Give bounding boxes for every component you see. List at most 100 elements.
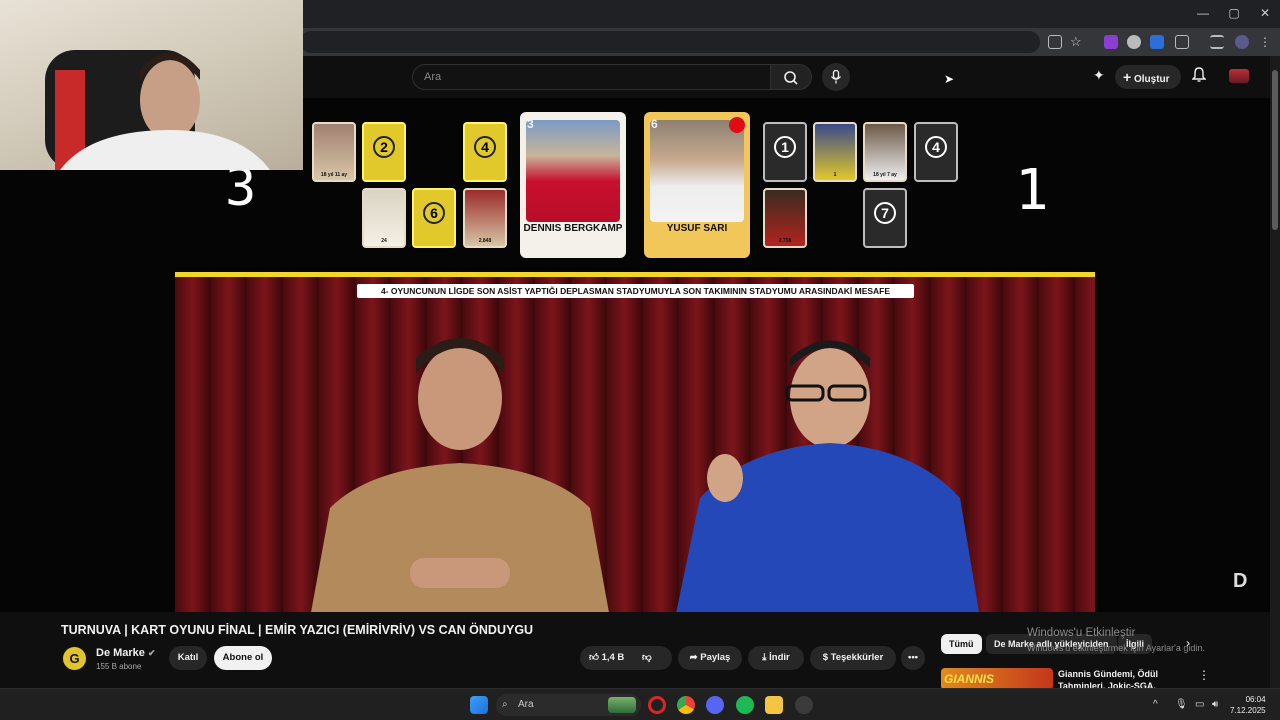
share-icon: ➦ bbox=[689, 652, 698, 663]
subscriber-count: 155 B abone bbox=[96, 662, 142, 671]
chrome-icon[interactable] bbox=[677, 696, 695, 714]
windows-start-icon[interactable] bbox=[470, 696, 488, 714]
search-highlight-icon bbox=[608, 697, 636, 713]
question-banner: 4- OYUNCUNUN LİGDE SON ASİST YAPTIĞI DEP… bbox=[357, 284, 914, 298]
player-photo bbox=[650, 120, 744, 222]
volume-icon[interactable]: 🔊︎ bbox=[1212, 699, 1218, 710]
player-name: YUSUF SARI bbox=[666, 223, 728, 234]
search-button[interactable] bbox=[770, 64, 812, 90]
profile-avatar[interactable] bbox=[1235, 35, 1249, 49]
app-icon[interactable] bbox=[795, 696, 813, 714]
channel-watermark: D bbox=[1233, 570, 1248, 592]
card-number: 4 bbox=[474, 136, 496, 158]
share-button[interactable]: ➦ Paylaş bbox=[678, 646, 742, 670]
bookmark-star-icon[interactable]: ☆ bbox=[1070, 35, 1084, 49]
player-card: 18 yıl 7 ay bbox=[863, 122, 907, 182]
system-clock[interactable]: 06:04 7.12.2025 bbox=[1230, 694, 1266, 716]
featured-card-yusuf-sari: 6 YUSUF SARI bbox=[644, 112, 750, 258]
card-number: 6 bbox=[651, 117, 658, 131]
score-right: 1 bbox=[1015, 158, 1049, 223]
maximize-icon[interactable]: ▢ bbox=[1219, 6, 1249, 20]
dislike-button[interactable]: 👎︎ bbox=[642, 646, 652, 670]
media-control-icon[interactable] bbox=[1210, 35, 1224, 49]
extension-icon[interactable] bbox=[1104, 35, 1118, 49]
card-number: 3 bbox=[527, 117, 534, 131]
puzzle-icon[interactable] bbox=[1175, 35, 1189, 49]
scrollbar-thumb[interactable] bbox=[1272, 70, 1278, 230]
bell-icon[interactable] bbox=[1191, 67, 1207, 86]
file-explorer-icon[interactable] bbox=[765, 696, 783, 714]
card-number: 4 bbox=[925, 136, 947, 158]
hidden-card: 6 bbox=[412, 188, 456, 248]
search-input[interactable]: Ara bbox=[412, 64, 772, 90]
account-avatar[interactable] bbox=[1229, 69, 1249, 83]
chip-all[interactable]: Tümü bbox=[941, 634, 982, 654]
mic-icon bbox=[830, 69, 842, 84]
player-card: 18 yıl 11 ay bbox=[312, 122, 356, 182]
create-label: Oluştur bbox=[1133, 74, 1170, 85]
mouse-cursor-icon: ➤ bbox=[944, 72, 955, 86]
microphone-tray-icon[interactable]: 🎙︎ bbox=[1175, 699, 1188, 710]
create-button[interactable]: + Oluştur bbox=[1115, 65, 1181, 89]
card-caption: 2.848 bbox=[478, 238, 492, 244]
player-card: 1 bbox=[813, 122, 857, 182]
hidden-card: 4 bbox=[914, 122, 958, 182]
host-right bbox=[676, 340, 979, 612]
chevron-up-icon[interactable]: ^ bbox=[1153, 699, 1158, 710]
card-number: 6 bbox=[423, 202, 445, 224]
clock-time: 06:04 bbox=[1245, 695, 1266, 704]
thumbs-down-icon: 👎︎ bbox=[642, 652, 652, 663]
close-icon[interactable]: ✕ bbox=[1250, 6, 1280, 20]
player-card: 24 bbox=[362, 188, 406, 248]
card-number: 2 bbox=[373, 136, 395, 158]
recommended-thumbnail[interactable]: GIANNIS bbox=[941, 668, 1053, 690]
minimize-icon[interactable]: — bbox=[1188, 6, 1218, 20]
hidden-card: 2 bbox=[362, 122, 406, 182]
voice-search-button[interactable] bbox=[822, 63, 850, 91]
like-button[interactable]: 👍︎ 1,4 B bbox=[589, 652, 624, 663]
search-icon bbox=[784, 71, 798, 85]
video-title: TURNUVA | KART OYUNU FİNAL | EMİR YAZICI… bbox=[61, 623, 534, 637]
channel-name-label: De Marke bbox=[96, 647, 145, 659]
plus-icon: + bbox=[1123, 69, 1132, 85]
browser-menu-icon[interactable]: ⋮ bbox=[1259, 35, 1273, 49]
install-app-icon[interactable] bbox=[1048, 35, 1062, 49]
card-caption: 18 yıl 11 ay bbox=[320, 172, 348, 178]
extension-icon[interactable] bbox=[1127, 35, 1141, 49]
taskbar-search-label: Ara bbox=[518, 699, 534, 710]
subscribe-button[interactable]: Abone ol bbox=[214, 646, 272, 670]
player-name: DENNIS BERGKAMP bbox=[523, 223, 623, 234]
channel-avatar[interactable]: G bbox=[61, 645, 88, 672]
featured-card-bergkamp: 3 DENNIS BERGKAMP bbox=[520, 112, 626, 258]
opera-icon[interactable] bbox=[648, 696, 666, 714]
player-photo bbox=[526, 120, 620, 222]
card-caption: 1 bbox=[833, 172, 837, 178]
like-count: 1,4 B bbox=[601, 652, 625, 663]
share-label: Paylaş bbox=[700, 652, 731, 663]
webcam-overlay bbox=[0, 0, 303, 170]
video-player[interactable]: 3 1 18 yıl 11 ay 2 4 24 6 2.848 3 DENNIS… bbox=[0, 98, 1270, 612]
address-bar[interactable] bbox=[300, 31, 1040, 53]
card-number: 1 bbox=[774, 136, 796, 158]
download-icon: ⤓ bbox=[762, 652, 767, 663]
channel-name[interactable]: De Marke ✔ bbox=[96, 647, 156, 659]
gemini-spark-icon[interactable]: ✦ bbox=[1093, 67, 1105, 84]
search-icon: ⌕ bbox=[502, 699, 508, 710]
more-actions-button[interactable]: ••• bbox=[901, 646, 925, 670]
network-icon[interactable]: ▭ bbox=[1195, 699, 1204, 710]
join-button[interactable]: Katıl bbox=[169, 646, 207, 670]
download-button[interactable]: ⤓ İndir bbox=[748, 646, 804, 670]
kebab-menu-icon[interactable]: ⋮ bbox=[1198, 668, 1210, 682]
hidden-card: 1 bbox=[763, 122, 807, 182]
spotify-icon[interactable] bbox=[736, 696, 754, 714]
card-number: 7 bbox=[874, 202, 896, 224]
card-caption: 2.758 bbox=[778, 238, 792, 244]
recommended-title[interactable]: Giannis Gündemi, Ödül Tahminleri, Jokic-… bbox=[1058, 668, 1188, 690]
page-scrollbar[interactable] bbox=[1270, 56, 1280, 688]
extension-icon[interactable] bbox=[1150, 35, 1164, 49]
host-left bbox=[311, 338, 609, 612]
clock-date: 7.12.2025 bbox=[1230, 706, 1266, 715]
download-label: İndir bbox=[769, 652, 790, 663]
discord-icon[interactable] bbox=[706, 696, 724, 714]
thanks-button[interactable]: $ Teşekkürler bbox=[810, 646, 896, 670]
